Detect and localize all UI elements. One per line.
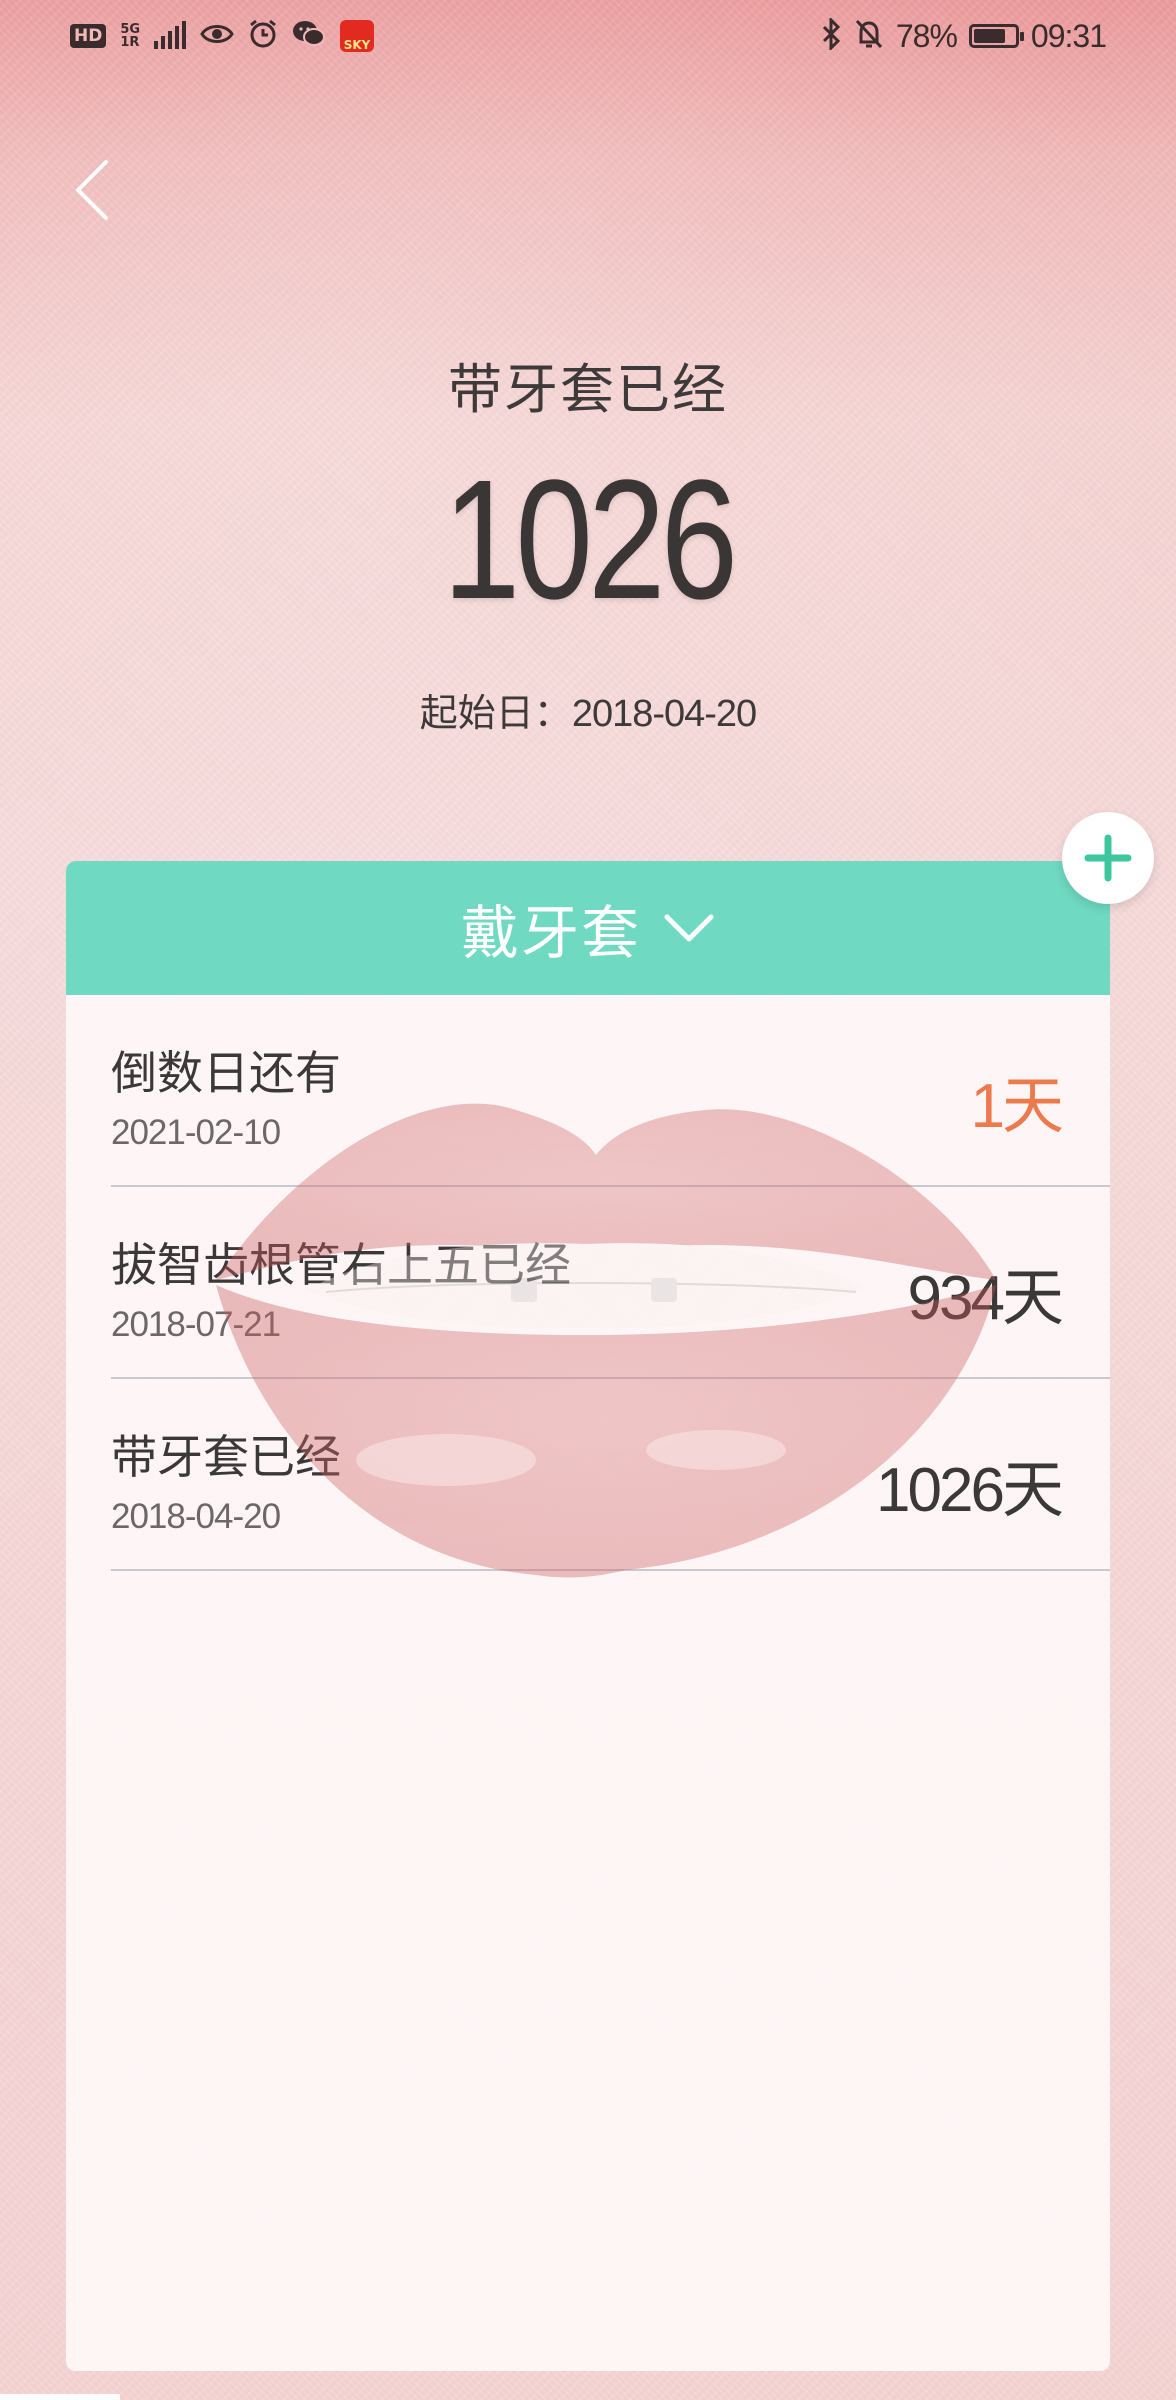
- bluetooth-icon: [820, 16, 842, 54]
- status-bar-left: HD 5G 1R SKY: [70, 18, 375, 54]
- chevron-left-icon: [76, 160, 108, 220]
- event-date: 2021-02-10: [111, 1113, 281, 1152]
- event-days: 1天: [971, 1055, 1065, 1145]
- start-date-label: 起始日：: [419, 691, 572, 735]
- event-date: 2018-04-20: [111, 1497, 281, 1536]
- network-sub: 1R: [120, 35, 140, 50]
- status-bar-right: 78% 09:31: [820, 16, 1107, 54]
- event-title: 倒数日还有: [111, 1046, 341, 1100]
- event-row[interactable]: 带牙套已经 2018-04-20 1026天: [111, 1379, 1110, 1571]
- mute-bell-icon: [854, 18, 884, 54]
- event-days-unit: 天: [1001, 1453, 1064, 1526]
- chevron-down-icon: [664, 914, 714, 942]
- plus-icon: [1084, 834, 1132, 882]
- home-indicator: [0, 2394, 120, 2400]
- start-date-value: 2018-04-20: [571, 693, 757, 735]
- hd-badge: HD: [70, 24, 107, 48]
- event-days: 1026天: [876, 1439, 1064, 1529]
- header-title: 带牙套已经: [448, 358, 728, 421]
- category-label: 戴牙套: [460, 899, 641, 967]
- event-days-value: 1: [970, 1072, 1006, 1141]
- wechat-icon: [292, 19, 326, 53]
- app-notification-icon: SKY: [340, 20, 375, 52]
- event-days-value: 934: [907, 1264, 1005, 1333]
- add-event-button[interactable]: [1062, 812, 1154, 904]
- back-button[interactable]: [62, 150, 122, 230]
- event-row[interactable]: 倒数日还有 2021-02-10 1天: [111, 995, 1110, 1187]
- network-indicator: 5G 1R: [120, 23, 140, 49]
- event-title: 带牙套已经: [111, 1430, 341, 1484]
- status-bar: HD 5G 1R SKY 78% 09:31: [0, 0, 1176, 72]
- eye-icon: [200, 22, 234, 50]
- event-title: 拔智齿根管右上五已经: [111, 1238, 571, 1292]
- alarm-icon: [248, 19, 278, 53]
- signal-icon: [154, 21, 187, 49]
- event-days-value: 1026: [876, 1456, 1005, 1525]
- event-date: 2018-07-21: [111, 1305, 281, 1344]
- clock: 09:31: [1030, 17, 1107, 54]
- battery-percent: 78%: [895, 17, 958, 54]
- event-row[interactable]: 拔智齿根管右上五已经 2018-07-21 934天: [111, 1187, 1110, 1379]
- day-count: 1026: [442, 445, 738, 635]
- event-days: 934天: [908, 1247, 1064, 1337]
- category-selector[interactable]: 戴牙套: [66, 861, 1110, 995]
- event-days-unit: 天: [1001, 1261, 1064, 1334]
- event-list: 倒数日还有 2021-02-10 1天 拔智齿根管右上五已经 2018-07-2…: [66, 995, 1110, 1571]
- event-days-unit: 天: [1001, 1069, 1064, 1142]
- battery-icon: [968, 24, 1024, 48]
- event-card: 戴牙套 倒数日还有 2021-02-10 1天 拔智齿根管右上五已经 2018-…: [66, 861, 1110, 2371]
- start-date: 起始日：2018-04-20: [0, 682, 1176, 737]
